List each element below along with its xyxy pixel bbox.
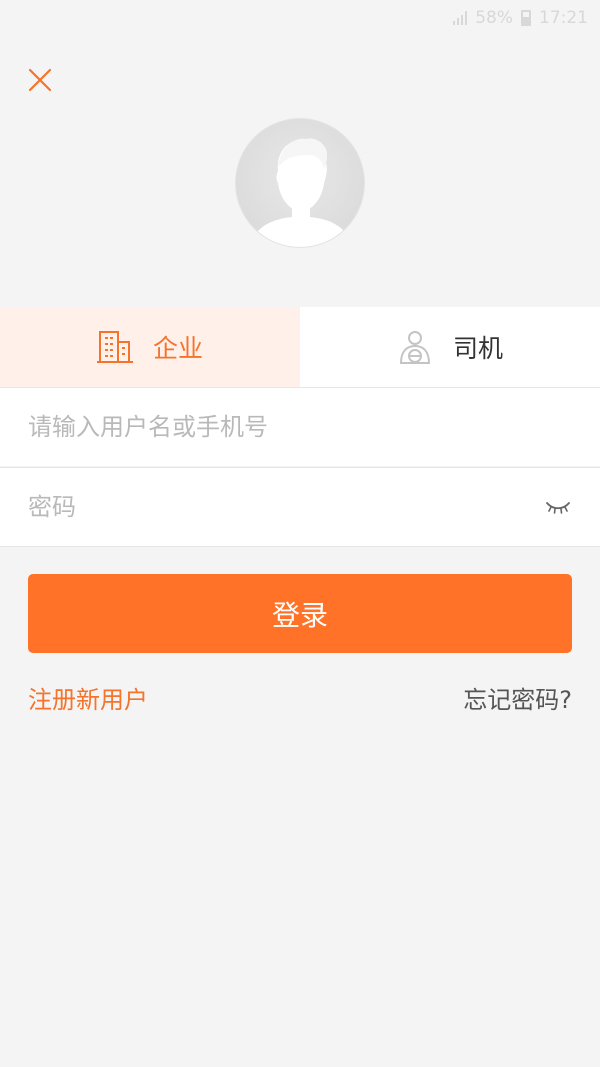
forgot-password-link[interactable]: 忘记密码? xyxy=(463,680,572,715)
role-tabs: 企业 司机 xyxy=(0,307,600,387)
eye-closed-icon xyxy=(545,502,570,514)
status-time: 17:21 xyxy=(539,8,588,28)
tab-company-label: 企业 xyxy=(152,334,203,363)
tab-driver-label: 司机 xyxy=(452,334,503,363)
username-input[interactable] xyxy=(28,413,572,441)
default-avatar-icon xyxy=(250,138,352,247)
battery-icon xyxy=(521,10,531,26)
building-icon xyxy=(96,331,133,363)
password-input[interactable] xyxy=(28,493,544,521)
username-row xyxy=(0,387,600,466)
register-link[interactable]: 注册新用户 xyxy=(28,680,148,715)
login-screen: 58% 17:21 企业 司机 请输入用户名或手机号 登录 注册新用户 忘记密码… xyxy=(0,0,600,1067)
tab-driver[interactable]: 司机 xyxy=(300,307,600,387)
tab-company[interactable]: 企业 xyxy=(0,307,300,387)
password-visibility-toggle[interactable] xyxy=(544,497,572,517)
login-button[interactable]: 登录 xyxy=(28,574,572,653)
password-row xyxy=(0,467,600,547)
close-button[interactable] xyxy=(24,64,56,96)
battery-percent: 58% xyxy=(475,8,513,28)
status-bar: 58% 17:21 xyxy=(0,0,600,36)
signal-icon xyxy=(453,11,468,25)
close-icon xyxy=(28,68,52,92)
driver-icon xyxy=(399,331,430,364)
avatar xyxy=(235,118,365,248)
